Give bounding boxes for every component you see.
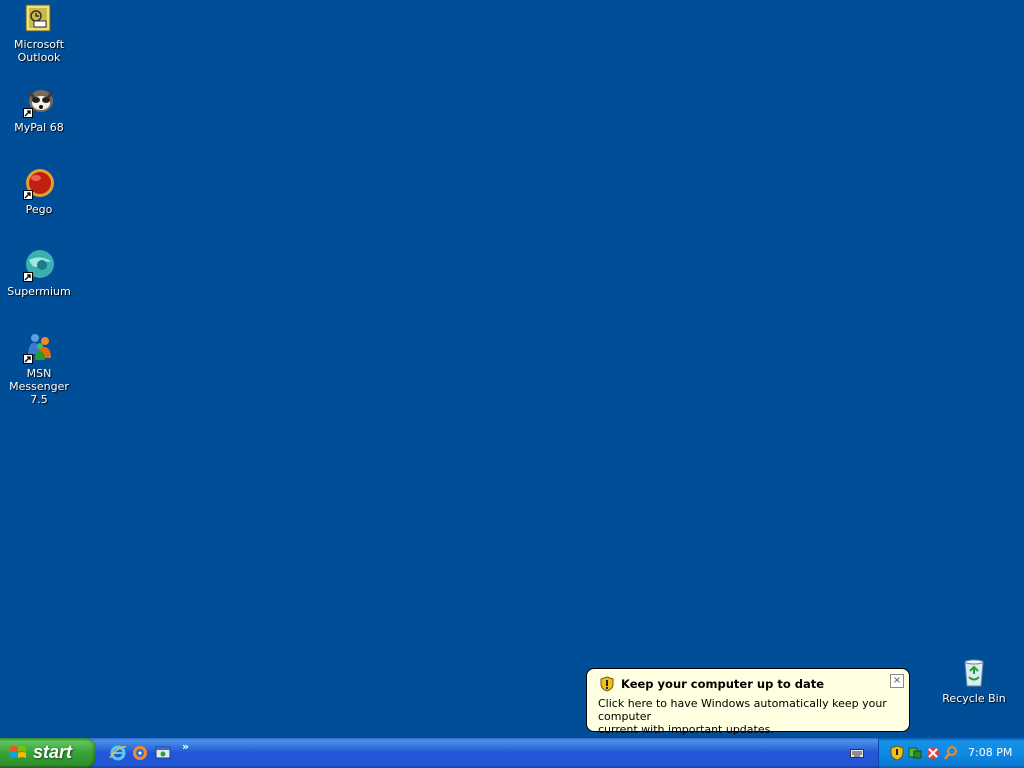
desktop-icon-label: MyPal 68 (14, 121, 64, 134)
update-icon[interactable] (925, 745, 941, 761)
desktop-icon-recycle-bin[interactable]: Recycle Bin (935, 657, 1013, 705)
mypal-icon (23, 86, 55, 118)
taskbar-clock[interactable]: 7:08 PM (968, 746, 1012, 759)
recycle-bin-icon (958, 657, 990, 689)
balloon-title: Keep your computer up to date (621, 677, 825, 691)
msn-messenger-icon (23, 332, 55, 364)
desktop-icon-label: MSN Messenger 7.5 (9, 367, 69, 406)
system-tray: 7:08 PM (878, 738, 1024, 768)
balloon-message: Click here to have Windows automatically… (598, 697, 887, 736)
show-desktop-icon[interactable] (154, 744, 172, 762)
shortcut-arrow-icon (23, 354, 33, 364)
network-icon[interactable] (907, 745, 923, 761)
desktop-icon-msn-messenger[interactable]: MSN Messenger 7.5 (0, 332, 78, 406)
desktop-icon-mypal[interactable]: MyPal 68 (0, 86, 78, 134)
keyboard-icon[interactable] (850, 747, 864, 759)
shortcut-arrow-icon (23, 272, 33, 282)
taskbar: start » 7:08 PM (0, 738, 1024, 768)
windows-media-icon[interactable] (131, 744, 149, 762)
desktop-icon-pego[interactable]: Pego (0, 168, 78, 216)
desktop-icon-supermium[interactable]: Supermium (0, 250, 78, 298)
start-label: start (33, 742, 73, 762)
pego-icon (23, 168, 55, 200)
quick-launch-chevron[interactable]: » (182, 740, 189, 753)
outlook-icon (23, 3, 55, 35)
desktop-icon-label: Supermium (7, 285, 71, 298)
desktop: Microsoft Outlook MyPal 68 Pego Supermiu… (0, 0, 1024, 738)
update-balloon-tooltip[interactable]: Keep your computer up to date × Click he… (586, 668, 910, 736)
desktop-icon-outlook[interactable]: Microsoft Outlook (0, 3, 78, 64)
internet-explorer-icon[interactable] (109, 744, 127, 762)
desktop-icon-label: Pego (25, 203, 53, 216)
shortcut-arrow-icon (23, 108, 33, 118)
supermium-icon (23, 250, 55, 282)
search-icon[interactable] (943, 745, 959, 761)
desktop-icon-label: Recycle Bin (942, 692, 1006, 705)
security-shield-icon[interactable] (889, 745, 905, 761)
start-button[interactable]: start (0, 738, 96, 768)
balloon-close-button[interactable]: × (890, 674, 904, 688)
security-shield-icon (600, 676, 614, 692)
desktop-icon-label: Microsoft Outlook (13, 38, 65, 64)
shortcut-arrow-icon (23, 190, 33, 200)
windows-logo-icon (10, 746, 26, 758)
